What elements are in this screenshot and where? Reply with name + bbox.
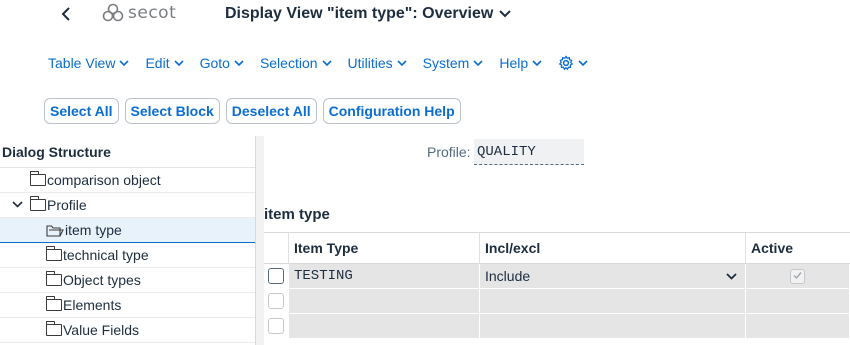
chevron-down-icon	[234, 59, 244, 66]
item-type-cell: TESTING	[289, 264, 480, 288]
folder-icon	[46, 321, 62, 336]
tree-item-item-type[interactable]: item type	[0, 218, 255, 243]
tree-item-label: comparison object	[47, 172, 161, 188]
row-select-checkbox[interactable]	[268, 268, 284, 284]
deselect-all-button[interactable]: Deselect All	[225, 98, 317, 124]
checkmark-icon	[793, 271, 802, 279]
tree-item-technical-type[interactable]: technical type	[0, 243, 255, 268]
menu-label: Table View	[48, 55, 116, 71]
table-row: TESTING Include	[264, 264, 850, 289]
logo-text: secot	[128, 3, 177, 23]
menu-settings[interactable]	[558, 55, 588, 71]
item-type-table: Item Type Incl/excl Active TESTING Inclu…	[264, 232, 850, 339]
tree-item-comparison-object[interactable]: comparison object	[0, 168, 255, 193]
folder-icon	[46, 246, 62, 261]
row-select-checkbox[interactable]	[268, 318, 284, 334]
row-select-checkbox[interactable]	[268, 293, 284, 309]
chevron-down-icon	[174, 59, 184, 66]
profile-label: Profile:	[427, 144, 471, 160]
folder-icon	[30, 171, 46, 186]
incl-excl-cell	[480, 289, 746, 313]
tree-item-value-fields[interactable]: Value Fields	[0, 318, 255, 343]
chevron-down-icon	[532, 59, 542, 66]
incl-excl-select[interactable]: Include	[480, 264, 746, 288]
table-row	[264, 314, 850, 339]
chevron-down-icon	[119, 59, 130, 66]
chevron-left-icon	[61, 7, 70, 21]
menu-label: Goto	[199, 55, 230, 71]
gear-icon	[558, 55, 574, 71]
menu-label: Help	[499, 55, 529, 71]
menu-utilities[interactable]: Utilities	[348, 55, 407, 71]
page-title[interactable]: Display View "item type": Overview	[225, 5, 512, 23]
toolbar: Select All Select Block Deselect All Con…	[44, 98, 461, 124]
tree-item-label: Object types	[63, 272, 141, 288]
company-logo: secot	[102, 3, 176, 23]
tree-item-profile[interactable]: Profile	[0, 193, 255, 218]
tree-item-label: Value Fields	[63, 322, 140, 338]
select-column-header	[264, 233, 289, 263]
menu-edit[interactable]: Edit	[145, 55, 184, 71]
active-cell	[746, 289, 850, 313]
menu-label: Utilities	[347, 55, 393, 71]
menu-bar: Table View Edit Goto Selection Utilities…	[48, 54, 604, 72]
menu-label: System	[422, 55, 470, 71]
menu-system[interactable]: System	[423, 55, 484, 71]
tree-item-label: Elements	[63, 297, 122, 313]
folder-icon	[30, 196, 46, 211]
incl-excl-value: Include	[485, 268, 531, 284]
open-folder-icon	[46, 225, 64, 237]
chevron-down-icon	[321, 59, 332, 66]
incl-excl-cell	[480, 314, 746, 338]
tree-item-label: Profile	[47, 197, 87, 213]
item-type-cell	[289, 314, 480, 338]
active-cell	[746, 314, 850, 338]
dialog-structure-title: Dialog Structure	[0, 136, 255, 168]
profile-field: QUALITY	[474, 139, 584, 165]
back-button[interactable]	[58, 4, 76, 24]
tree-item-label: technical type	[63, 247, 149, 263]
chevron-down-icon	[726, 273, 737, 280]
panel-splitter[interactable]	[256, 136, 264, 345]
menu-goto[interactable]: Goto	[200, 55, 244, 71]
folder-icon	[46, 296, 62, 311]
table-row	[264, 289, 850, 314]
dialog-structure-panel: Dialog Structure comparison object Profi…	[0, 136, 256, 345]
item-type-cell	[289, 289, 480, 313]
chevron-down-icon	[11, 201, 23, 208]
chevron-down-icon	[473, 59, 483, 66]
tree-item-elements[interactable]: Elements	[0, 293, 255, 318]
select-block-button[interactable]: Select Block	[124, 98, 220, 124]
menu-selection[interactable]: Selection	[260, 55, 332, 71]
tree-item-label: item type	[65, 222, 122, 238]
expand-toggle[interactable]	[10, 199, 24, 211]
column-header-active: Active	[751, 240, 794, 256]
column-header-incl-excl: Incl/excl	[480, 233, 746, 263]
folder-icon	[46, 271, 62, 286]
select-all-button[interactable]: Select All	[44, 98, 119, 124]
menu-label: Edit	[145, 55, 170, 71]
chevron-down-icon	[397, 59, 407, 66]
table-header: Item Type Incl/excl Active	[264, 232, 850, 264]
menu-help[interactable]: Help	[499, 55, 542, 71]
table-title: item type	[264, 206, 330, 223]
column-header-item-type: Item Type	[289, 233, 480, 263]
page-title-text: Display View "item type": Overview	[225, 5, 494, 22]
logo-mark-icon	[102, 3, 124, 22]
menu-table-view[interactable]: Table View	[48, 55, 130, 71]
chevron-down-icon	[499, 10, 512, 18]
menu-label: Selection	[259, 55, 318, 71]
active-checkbox[interactable]	[790, 268, 805, 284]
chevron-down-icon	[578, 59, 588, 66]
tree-item-object-types[interactable]: Object types	[0, 268, 255, 293]
configuration-help-button[interactable]: Configuration Help	[322, 98, 461, 124]
